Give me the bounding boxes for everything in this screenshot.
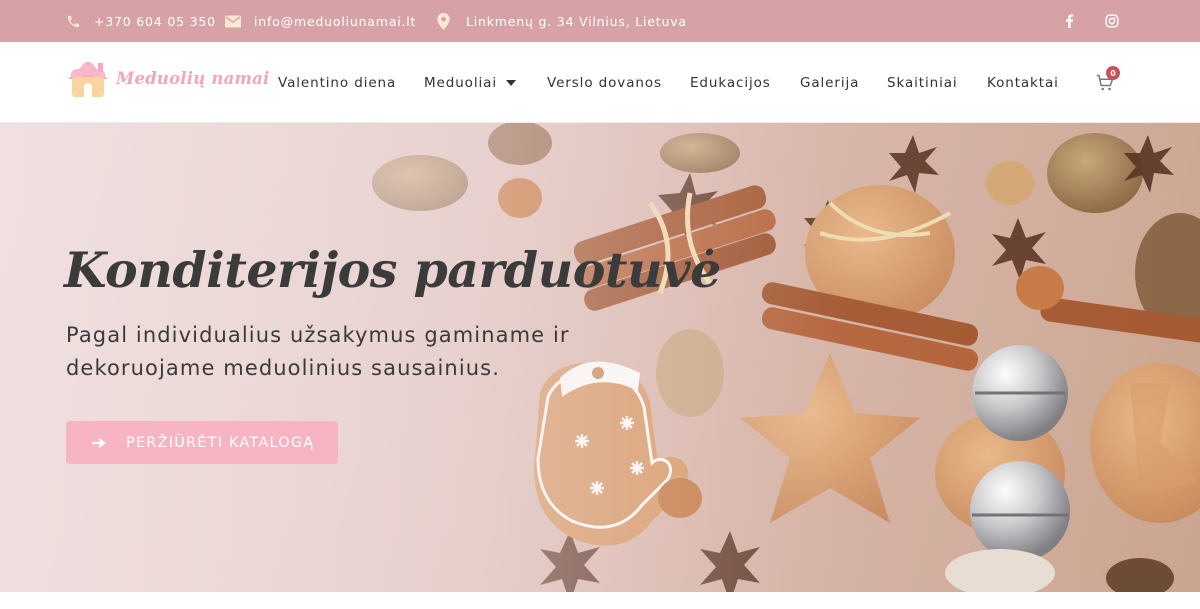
nav-kontaktai[interactable]: Kontaktai (987, 42, 1059, 123)
phone-number: +370 604 05 350 (94, 13, 216, 29)
nav-verslo-dovanos[interactable]: Verslo dovanos (547, 42, 662, 123)
address-contact[interactable]: Linkmenų g. 34 Vilnius, Lietuva (434, 0, 687, 42)
cart-count-badge: 0 (1106, 66, 1120, 80)
nav-label: Kontaktai (987, 74, 1059, 91)
nav-label: Skaitiniai (887, 74, 958, 91)
nav-meduoliai[interactable]: Meduoliai (424, 42, 516, 123)
nav-label: Galerija (800, 74, 860, 91)
hero-banner: Konditerijos parduotuvė Pagal individual… (0, 123, 1200, 592)
phone-contact[interactable]: +370 604 05 350 (64, 0, 216, 42)
nav-label: Valentino diena (278, 74, 397, 91)
top-bar: +370 604 05 350 info@meduoliunamai.lt Li… (0, 0, 1200, 42)
cart-button[interactable]: 0 (1096, 66, 1126, 96)
page-bottom-strip (0, 592, 1200, 609)
hero-title: Konditerijos parduotuvė (64, 241, 721, 299)
view-catalog-label: PERŽIŪRĖTI KATALOGĄ (126, 434, 315, 451)
nav-valentino-diena[interactable]: Valentino diena (278, 42, 396, 123)
phone-icon (64, 12, 82, 30)
view-catalog-button[interactable]: PERŽIŪRĖTI KATALOGĄ (66, 421, 338, 464)
instagram-icon[interactable] (1103, 12, 1121, 30)
nav-label: Verslo dovanos (547, 74, 662, 91)
map-pin-icon (434, 12, 452, 30)
chevron-down-icon[interactable] (505, 79, 516, 86)
nav-galerija[interactable]: Galerija (800, 42, 859, 123)
hero-subtitle: Pagal individualius užsakymus gaminame i… (66, 323, 570, 380)
envelope-icon (224, 12, 242, 30)
nav-label: Meduoliai (424, 74, 497, 91)
address-text: Linkmenų g. 34 Vilnius, Lietuva (466, 13, 687, 29)
logo-text: Meduolių namai (116, 69, 270, 88)
house-logo-icon (68, 61, 108, 97)
site-logo[interactable]: Meduolių namai (64, 55, 269, 107)
nav-skaitiniai[interactable]: Skaitiniai (887, 42, 958, 123)
main-header: Meduolių namai Valentino diena Meduoliai… (0, 42, 1200, 123)
nav-label: Edukacijos (690, 74, 771, 91)
email-contact[interactable]: info@meduoliunamai.lt (224, 0, 416, 42)
arrow-right-icon (92, 437, 106, 448)
facebook-icon[interactable] (1060, 12, 1078, 30)
nav-edukacijos[interactable]: Edukacijos (690, 42, 771, 123)
email-address: info@meduoliunamai.lt (254, 13, 417, 29)
